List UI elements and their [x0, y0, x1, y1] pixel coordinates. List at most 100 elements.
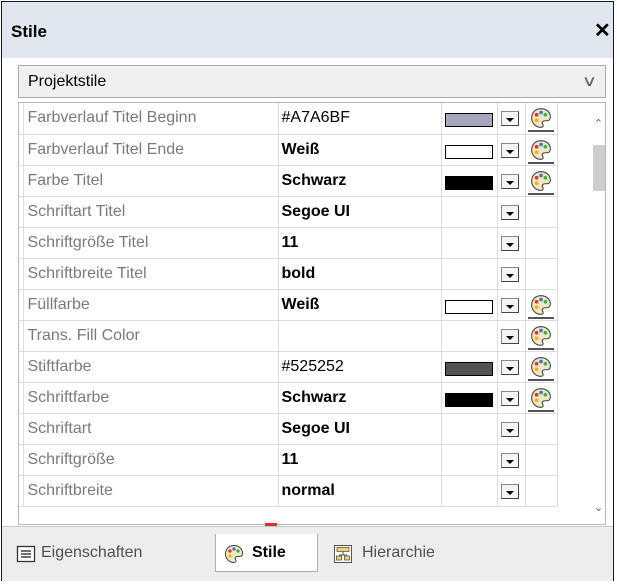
- palette-cell: [525, 351, 558, 383]
- palette-cell: [525, 444, 558, 476]
- value-dropdown-button[interactable]: [500, 266, 519, 282]
- color-picker-icon[interactable]: [527, 355, 554, 381]
- color-swatch-cell: [441, 134, 498, 166]
- hierarchy-icon: [334, 545, 352, 563]
- value-dropdown-button[interactable]: [500, 235, 519, 251]
- color-swatch: [444, 299, 493, 314]
- value-dropdown-button[interactable]: [500, 483, 519, 499]
- property-value[interactable]: bold: [278, 258, 442, 290]
- tab-stile[interactable]: Stile: [215, 534, 318, 572]
- dropdown-cell: [497, 196, 526, 228]
- color-picker-icon[interactable]: [527, 169, 554, 195]
- palette-cell: [525, 413, 558, 445]
- property-grid: Farbverlauf Titel Beginn #A7A6BF Farbverla…: [18, 102, 606, 525]
- color-picker-icon[interactable]: [527, 293, 554, 319]
- property-row[interactable]: Farbe Titel Schwarz: [19, 165, 558, 197]
- property-name: Schriftbreite Titel: [23, 258, 279, 290]
- property-name: Trans. Fill Color: [23, 320, 279, 352]
- property-row[interactable]: Trans. Fill Color: [19, 320, 558, 352]
- value-dropdown-button[interactable]: [500, 390, 519, 406]
- value-dropdown-button[interactable]: [500, 359, 519, 375]
- value-dropdown-button[interactable]: [500, 204, 519, 220]
- property-row[interactable]: Farbverlauf Titel Beginn #A7A6BF: [19, 103, 558, 135]
- scroll-thumb[interactable]: [593, 145, 605, 191]
- property-name: Schriftgröße: [23, 444, 279, 476]
- value-dropdown-button[interactable]: [500, 297, 519, 313]
- dropdown-cell: [497, 258, 526, 290]
- property-row[interactable]: Farbverlauf Titel Ende Weiß: [19, 134, 558, 166]
- property-row[interactable]: Stiftfarbe #525252: [19, 351, 558, 383]
- property-value[interactable]: #A7A6BF: [278, 103, 442, 135]
- palette-cell: [525, 227, 558, 259]
- palette-cell: [525, 289, 558, 321]
- property-value[interactable]: [278, 320, 442, 352]
- property-value[interactable]: Schwarz: [278, 382, 442, 414]
- color-swatch: [444, 392, 493, 407]
- property-value[interactable]: Segoe UI: [278, 196, 442, 228]
- color-picker-icon[interactable]: [527, 324, 554, 350]
- color-swatch-cell: [441, 289, 498, 321]
- value-dropdown-button[interactable]: [500, 328, 519, 344]
- property-name: Schriftgröße Titel: [23, 227, 279, 259]
- value-dropdown-button[interactable]: [500, 111, 519, 126]
- dropdown-cell: [497, 134, 526, 166]
- property-row[interactable]: Schriftart Segoe UI: [19, 413, 558, 445]
- style-scope-value: Projektstile: [28, 73, 107, 90]
- property-row[interactable]: Schriftgröße 11: [19, 444, 558, 476]
- panel-title: Stile: [11, 22, 47, 41]
- palette-cell: [525, 134, 558, 166]
- property-row[interactable]: Schriftbreite normal: [19, 475, 558, 507]
- palette-cell: [525, 320, 558, 352]
- property-row[interactable]: Schriftgröße Titel 11: [19, 227, 558, 259]
- value-dropdown-button[interactable]: [500, 452, 519, 468]
- property-name: Schriftart Titel: [23, 196, 279, 228]
- palette-cell: [525, 165, 558, 197]
- property-row[interactable]: Schriftart Titel Segoe UI: [19, 196, 558, 228]
- property-name: Stiftfarbe: [23, 351, 279, 383]
- value-dropdown-button[interactable]: [500, 142, 519, 158]
- property-value[interactable]: Weiß: [278, 134, 442, 166]
- dropdown-cell: [497, 320, 526, 352]
- property-row[interactable]: Schriftbreite Titel bold: [19, 258, 558, 290]
- value-dropdown-button[interactable]: [500, 421, 519, 437]
- close-icon[interactable]: ✕: [594, 18, 611, 43]
- color-swatch-cell: [441, 351, 498, 383]
- value-dropdown-button[interactable]: [500, 173, 519, 189]
- property-value[interactable]: 11: [278, 444, 442, 476]
- color-swatch-cell: [441, 196, 498, 228]
- property-row[interactable]: Füllfarbe Weiß: [19, 289, 558, 321]
- properties-list-icon: [16, 545, 36, 563]
- property-value[interactable]: Segoe UI: [278, 413, 442, 445]
- color-swatch-cell: [441, 320, 498, 352]
- panel-tab-bar: Eigenschaften Stile Hierarchie: [2, 526, 613, 581]
- palette-cell: [525, 258, 558, 290]
- color-swatch: [444, 113, 493, 127]
- dropdown-cell: [497, 103, 526, 135]
- color-picker-icon[interactable]: [527, 106, 554, 132]
- color-swatch-cell: [441, 475, 498, 507]
- property-name: Schriftfarbe: [23, 382, 279, 414]
- property-value[interactable]: Weiß: [278, 289, 442, 321]
- palette-cell: [525, 475, 558, 507]
- color-picker-icon[interactable]: [527, 138, 554, 164]
- color-picker-icon[interactable]: [527, 386, 554, 412]
- property-value[interactable]: normal: [278, 475, 442, 507]
- dropdown-cell: [497, 475, 526, 507]
- tab-eigenschaften[interactable]: Eigenschaften: [8, 534, 210, 572]
- style-scope-select[interactable]: Projektstile ∨: [18, 65, 606, 98]
- property-value[interactable]: 11: [278, 227, 442, 259]
- vertical-scrollbar[interactable]: ⌃ ⌄: [592, 103, 605, 524]
- styles-panel: Stile ✕ Projektstile ∨ Farbverlauf Titel…: [1, 1, 614, 581]
- chevron-down-icon: ∨: [581, 73, 598, 90]
- property-value[interactable]: Schwarz: [278, 165, 442, 197]
- scroll-down-icon[interactable]: ⌄: [592, 501, 605, 517]
- tab-hierarchie-label: Hierarchie: [362, 544, 435, 561]
- scroll-up-icon[interactable]: ⌃: [592, 117, 605, 133]
- property-value[interactable]: #525252: [278, 351, 442, 383]
- property-row[interactable]: Schriftfarbe Schwarz: [19, 382, 558, 414]
- color-swatch-cell: [441, 227, 498, 259]
- tab-hierarchie[interactable]: Hierarchie: [325, 534, 485, 572]
- dropdown-cell: [497, 289, 526, 321]
- panel-titlebar: Stile ✕: [2, 2, 613, 58]
- color-swatch-cell: [441, 258, 498, 290]
